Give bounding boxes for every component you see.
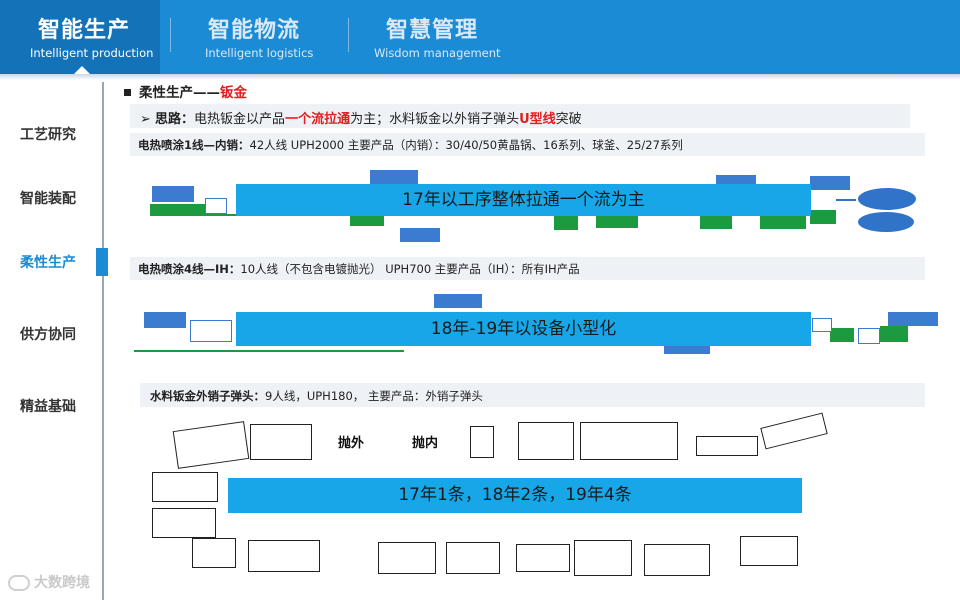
- line-3-banner: 17年1条，18年2条，19年4条: [228, 478, 802, 513]
- section-title-prefix: 柔性生产——: [139, 85, 220, 101]
- process-block: [760, 215, 806, 229]
- conveyor-line: [134, 350, 404, 352]
- process-block: [810, 176, 850, 190]
- line-1-label: 电热喷涂1线—内销：42人线 UPH2000 主要产品（内销）：30/40/50…: [138, 137, 683, 153]
- tab-wisdom-management[interactable]: 智慧管理 Wisdom management: [356, 0, 526, 74]
- tab-title-en: Intelligent logistics: [205, 46, 314, 60]
- header-shadow: [0, 74, 960, 80]
- sidebar-timeline: [102, 82, 104, 600]
- equipment-sketch: [250, 424, 312, 460]
- tab-title-en: Intelligent production: [30, 46, 154, 60]
- process-block: [700, 215, 732, 229]
- top-navigation: 智能生产 Intelligent production 智能物流 Intelli…: [0, 0, 960, 74]
- equipment-sketch: [446, 542, 500, 574]
- line-2-banner: 18年-19年以设备小型化: [236, 312, 811, 346]
- process-block: [144, 312, 186, 328]
- square-bullet-icon: [124, 88, 131, 96]
- tab-title-cn: 智能生产: [38, 18, 131, 43]
- process-block: [888, 312, 938, 326]
- process-block: [596, 214, 638, 228]
- process-block: [880, 326, 908, 342]
- equipment-label-outer-polish: 抛外: [338, 436, 365, 451]
- idea-highlight-2: U型线: [519, 112, 556, 127]
- equipment-sketch: [740, 536, 798, 566]
- equipment-sketch: [172, 421, 250, 469]
- line-2-label: 电热喷涂4线—IH：10人线（不包含电镀抛光） UPH700 主要产品（IH）：…: [138, 261, 580, 277]
- process-block: [205, 198, 227, 214]
- process-block: [150, 204, 205, 214]
- active-tab-indicator: [74, 66, 90, 74]
- idea-label: 思路：: [155, 112, 195, 127]
- equipment-sketch: [516, 544, 570, 572]
- idea-text: ➢ 思路：电热钣金以产品一个流拉通为主；水料钣金以外销子弹头U型线突破: [140, 108, 582, 127]
- equipment-sketch: [696, 436, 758, 456]
- line-2-name: 电热喷涂4线—IH：: [138, 262, 241, 276]
- sidebar-active-marker: [96, 248, 108, 276]
- section-title: 柔性生产——钣金: [124, 81, 247, 101]
- equipment-sketch: [574, 540, 632, 576]
- idea-text-1: 电热钣金以产品: [194, 112, 286, 127]
- equipment-sketch: [580, 422, 678, 460]
- process-block: [370, 170, 418, 184]
- equipment-sketch: [152, 508, 216, 538]
- line-1-name: 电热喷涂1线—内销：: [138, 138, 250, 152]
- process-block: [554, 216, 578, 230]
- nav-divider: [348, 18, 349, 52]
- process-block: [830, 328, 854, 342]
- line-2-desc: 10人线（不包含电镀抛光） UPH700 主要产品（IH）：所有IH产品: [240, 262, 580, 276]
- sidebar-item-flexible-production[interactable]: 柔性生产: [20, 252, 76, 272]
- line-3-name: 水料钣金外销子弹头：: [150, 389, 265, 403]
- line-3-desc: 9人线，UPH180， 主要产品：外销子弹头: [265, 389, 483, 403]
- line-1-desc: 42人线 UPH2000 主要产品（内销）：30/40/50黄晶锅、16系列、球…: [249, 138, 683, 152]
- line-3-label: 水料钣金外销子弹头：9人线，UPH180， 主要产品：外销子弹头: [150, 388, 483, 404]
- arrow-bullet-icon: ➢: [140, 112, 156, 127]
- line-1-banner: 17年以工序整体拉通一个流为主: [236, 184, 811, 216]
- sidebar-item-smart-assembly[interactable]: 智能装配: [20, 188, 76, 208]
- process-block: [190, 320, 232, 342]
- watermark: 大数跨境: [8, 572, 90, 592]
- nav-divider: [170, 18, 171, 52]
- process-cloud: [858, 188, 916, 210]
- tab-title-cn: 智能物流: [208, 18, 301, 43]
- tab-title-cn: 智慧管理: [386, 18, 479, 43]
- idea-text-3: 突破: [555, 112, 582, 127]
- sidebar-item-supplier-collaboration[interactable]: 供方协同: [20, 324, 76, 344]
- equipment-sketch: [470, 426, 494, 458]
- equipment-sketch: [192, 538, 236, 568]
- process-block: [858, 328, 880, 344]
- section-title-highlight: 钣金: [220, 85, 247, 101]
- equipment-sketch: [248, 540, 320, 572]
- equipment-label-inner-polish: 抛内: [412, 436, 439, 451]
- watermark-logo-icon: [8, 575, 30, 591]
- sidebar-item-process-research[interactable]: 工艺研究: [20, 124, 76, 144]
- equipment-sketch: [152, 472, 218, 502]
- idea-highlight-1: 一个流拉通: [285, 112, 351, 127]
- watermark-text: 大数跨境: [34, 575, 90, 591]
- tab-intelligent-logistics[interactable]: 智能物流 Intelligent logistics: [178, 0, 338, 74]
- process-cloud: [858, 212, 914, 232]
- tab-title-en: Wisdom management: [374, 46, 501, 60]
- idea-text-2: 为主；水料钣金以外销子弹头: [350, 112, 520, 127]
- equipment-sketch: [378, 542, 436, 574]
- equipment-sketch: [644, 544, 710, 576]
- equipment-sketch: [518, 422, 574, 460]
- tab-intelligent-production[interactable]: 智能生产 Intelligent production: [0, 0, 160, 74]
- conveyor-line: [836, 199, 856, 201]
- process-block: [812, 318, 832, 332]
- process-block: [152, 186, 194, 202]
- process-block: [434, 294, 482, 308]
- conveyor-line: [150, 214, 236, 216]
- sidebar-item-lean-foundation[interactable]: 精益基础: [20, 396, 76, 416]
- equipment-sketch: [760, 412, 828, 450]
- process-block: [400, 228, 440, 242]
- process-block: [810, 210, 836, 224]
